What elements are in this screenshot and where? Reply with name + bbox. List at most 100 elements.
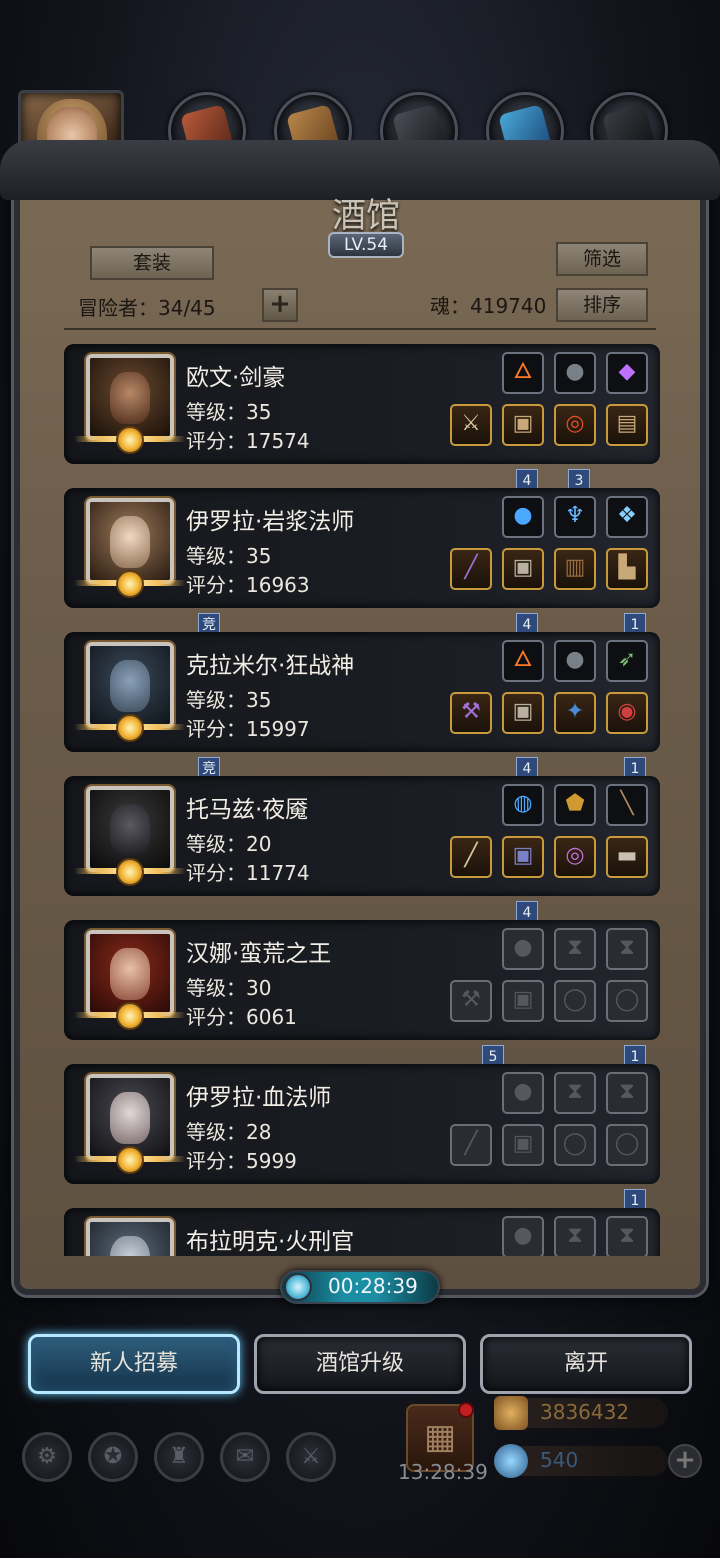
water-rune-icon[interactable]: ◍	[502, 784, 544, 826]
boots-equip-icon[interactable]: ▙	[606, 548, 648, 590]
tavern-panel: 酒馆 LV.54 套装 筛选 冒险者：34/45 + 魂：419740 排序 欧…	[0, 140, 720, 1295]
band-equip-icon[interactable]: ▬	[606, 836, 648, 878]
sword-equip-icon[interactable]: ⚔	[450, 404, 492, 446]
panel-title: 酒馆	[332, 196, 400, 236]
fire-rune-icon[interactable]: 🜂	[502, 352, 544, 394]
cloak-equip-icon[interactable]: ▣	[502, 836, 544, 878]
upgrade-tavern-button[interactable]: 酒馆升级	[254, 1334, 466, 1394]
hero-level: 等级：28	[186, 1120, 272, 1144]
armor-equip-icon[interactable]: ▣	[502, 404, 544, 446]
empty-armor-slot-icon[interactable]: ▣	[502, 980, 544, 1022]
hero-score: 评分：5999	[186, 1149, 297, 1173]
notification-dot	[458, 1402, 474, 1418]
hero-card[interactable]: 伊罗拉·血法师 等级：28 评分：5999 ● ⧗ ⧗ ╱ ▣ ◯ ◯	[64, 1064, 660, 1184]
hero-score: 评分：15997	[186, 717, 310, 741]
spirit-icon[interactable]: ❖	[606, 496, 648, 538]
empty-ring-slot-icon[interactable]: ◯	[554, 1124, 596, 1166]
hero-card[interactable]: 托马兹·夜魇 等级：20 评分：11774 ◍ ⬟ ╲ ╱ ▣ ◎ ▬	[64, 776, 660, 896]
gem-amount: 540	[540, 1448, 579, 1472]
recruit-button[interactable]: 新人招募	[28, 1334, 240, 1394]
horn-icon[interactable]: ╲	[606, 784, 648, 826]
hero-card[interactable]: 欧文·剑豪 等级：35 评分：17574 🜂 ● ◆ ⚔ ▣ ◎ ▤	[64, 344, 660, 464]
rank-sun-icon	[116, 1002, 144, 1030]
empty-rune-slot-icon[interactable]: ●	[502, 1216, 544, 1256]
empty-ring-slot-icon[interactable]: ◯	[554, 980, 596, 1022]
empty-hourglass-slot-icon[interactable]: ⧗	[554, 1216, 596, 1256]
hero-level: 等级：35	[186, 544, 272, 568]
rank-sun-icon	[116, 570, 144, 598]
hero-score: 评分：16963	[186, 573, 310, 597]
hero-score: 评分：11774	[186, 861, 310, 885]
gem-display: 540	[494, 1444, 668, 1478]
hero-card[interactable]: 伊罗拉·岩浆法师 等级：35 评分：16963 ● ♆ ❖ ╱ ▣ ▥ ▙	[64, 488, 660, 608]
empty-ring-slot-icon[interactable]: ◯	[606, 980, 648, 1022]
empty-staff-slot-icon[interactable]: ╱	[450, 1124, 492, 1166]
timer-text: 00:28:39	[328, 1274, 418, 1298]
stone-rune-icon[interactable]: ●	[554, 352, 596, 394]
stone-rune-icon[interactable]: ●	[554, 640, 596, 682]
tavern-level-badge: LV.54	[328, 232, 404, 258]
emblem-icon[interactable]: ⬟	[554, 784, 596, 826]
empty-hourglass-slot-icon[interactable]: ⧗	[606, 928, 648, 970]
add-currency-icon[interactable]: +	[668, 1444, 702, 1478]
swords-icon[interactable]: ⚔	[286, 1432, 336, 1482]
outfit-button[interactable]: 套装	[90, 246, 214, 280]
castle-icon[interactable]: ♜	[154, 1432, 204, 1482]
feather-icon[interactable]: ➶	[606, 640, 648, 682]
empty-hourglass-slot-icon[interactable]: ⧗	[606, 1072, 648, 1114]
hero-level: 等级：35	[186, 400, 272, 424]
water-orb-icon[interactable]: ●	[502, 496, 544, 538]
hero-name: 托马兹·夜魇	[186, 797, 309, 823]
axe-equip-icon[interactable]: ⚒	[450, 692, 492, 734]
star-icon[interactable]: ✪	[88, 1432, 138, 1482]
refresh-timer: 00:28:39	[280, 1270, 440, 1304]
empty-hourglass-slot-icon[interactable]: ⧗	[554, 1072, 596, 1114]
hero-name: 伊罗拉·岩浆法师	[186, 509, 355, 535]
gift-timer: 13:28:39	[398, 1460, 488, 1484]
gold-amount: 3836432	[540, 1400, 630, 1424]
fire-rune-icon[interactable]: 🜂	[502, 640, 544, 682]
empty-weapon-slot-icon[interactable]: ⚒	[450, 980, 492, 1022]
gold-coin-icon	[494, 1396, 528, 1430]
header-divider	[64, 328, 656, 330]
hero-list[interactable]: 欧文·剑豪 等级：35 评分：17574 🜂 ● ◆ ⚔ ▣ ◎ ▤ 4 3 伊…	[50, 336, 670, 1256]
sort-button[interactable]: 排序	[556, 288, 648, 322]
empty-rune-slot-icon[interactable]: ●	[502, 1072, 544, 1114]
purple-gem-icon[interactable]: ◆	[606, 352, 648, 394]
gold-display: 3836432	[494, 1396, 668, 1430]
spear-equip-icon[interactable]: ╱	[450, 836, 492, 878]
hero-level: 等级：20	[186, 832, 272, 856]
bracer-equip-icon[interactable]: ▤	[606, 404, 648, 446]
empty-ring-slot-icon[interactable]: ◯	[606, 1124, 648, 1166]
hero-level: 等级：35	[186, 688, 272, 712]
amulet-icon[interactable]: ♆	[554, 496, 596, 538]
hero-name: 布拉明克·火刑官	[186, 1229, 355, 1255]
hero-score: 评分：17574	[186, 429, 310, 453]
gear-icon[interactable]: ⚙	[22, 1432, 72, 1482]
plate-armor-icon[interactable]: ▣	[502, 692, 544, 734]
book-equip-icon[interactable]: ▥	[554, 548, 596, 590]
ring-equip-icon[interactable]: ◎	[554, 836, 596, 878]
staff-equip-icon[interactable]: ╱	[450, 548, 492, 590]
ring-equip-icon[interactable]: ◎	[554, 404, 596, 446]
robe-equip-icon[interactable]: ▣	[502, 548, 544, 590]
empty-hourglass-slot-icon[interactable]: ⧗	[554, 928, 596, 970]
gauntlet-equip-icon[interactable]: ✦	[554, 692, 596, 734]
filter-button[interactable]: 筛选	[556, 242, 648, 276]
clock-icon	[284, 1273, 312, 1301]
empty-rune-slot-icon[interactable]: ●	[502, 928, 544, 970]
empty-hourglass-slot-icon[interactable]: ⧗	[606, 1216, 648, 1256]
adventurer-count: 冒险者：34/45	[78, 296, 216, 320]
mail-icon[interactable]: ✉	[220, 1432, 270, 1482]
empty-armor-slot-icon[interactable]: ▣	[502, 1124, 544, 1166]
soul-count: 魂：419740	[430, 294, 547, 318]
hero-card[interactable]: 克拉米尔·狂战神 等级：35 评分：15997 🜂 ● ➶ ⚒ ▣ ✦ ◉	[64, 632, 660, 752]
hero-card[interactable]: 汉娜·蛮荒之王 等级：30 评分：6061 ● ⧗ ⧗ ⚒ ▣ ◯ ◯	[64, 920, 660, 1040]
hero-avatar	[86, 1218, 174, 1256]
add-slot-button[interactable]: +	[262, 288, 298, 322]
rank-sun-icon	[116, 714, 144, 742]
hero-card[interactable]: 布拉明克·火刑官 ● ⧗ ⧗	[64, 1208, 660, 1256]
helm-equip-icon[interactable]: ◉	[606, 692, 648, 734]
rank-sun-icon	[116, 858, 144, 886]
leave-button[interactable]: 离开	[480, 1334, 692, 1394]
